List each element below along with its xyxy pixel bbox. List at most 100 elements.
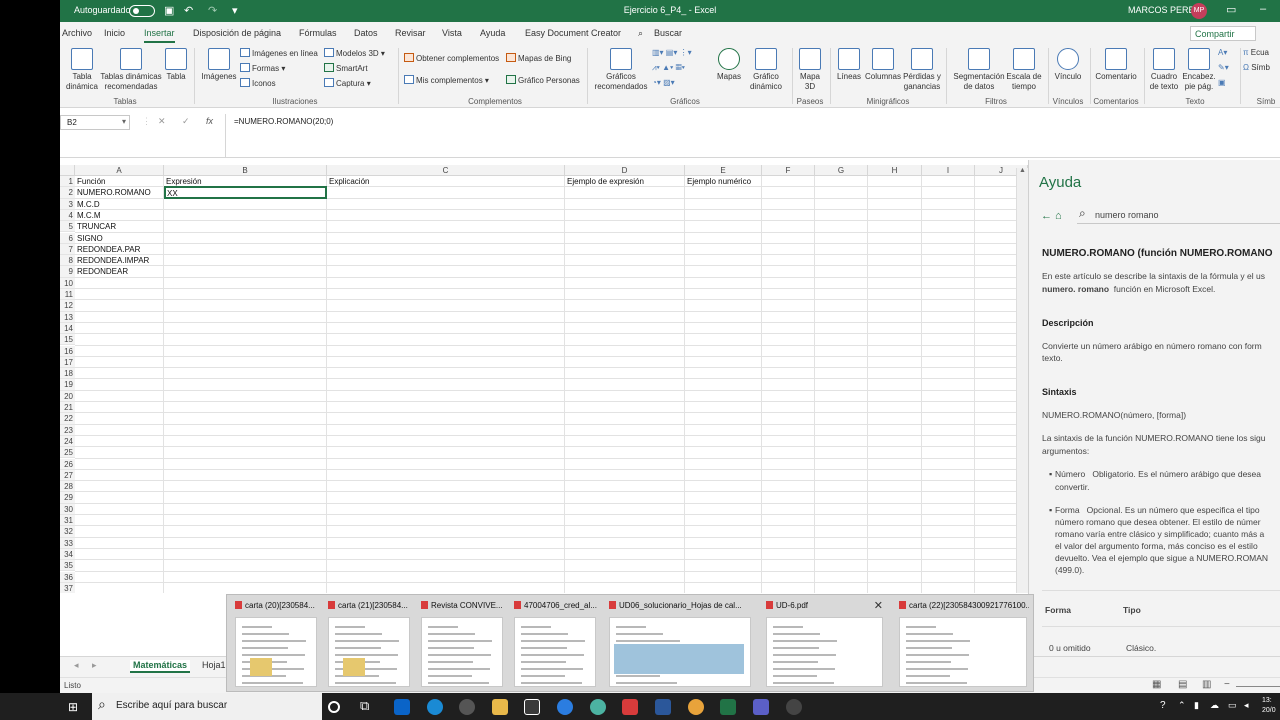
recommended-charts-button[interactable]: Gráficos recomendados bbox=[592, 48, 650, 92]
row-header[interactable]: 33 bbox=[60, 537, 75, 549]
link-button[interactable]: Vínculo bbox=[1052, 48, 1084, 82]
page-break-icon[interactable]: ▥ bbox=[1202, 679, 1211, 690]
bing-maps-button[interactable]: Mapas de Bing bbox=[506, 53, 571, 63]
column-header-a[interactable]: A bbox=[75, 165, 164, 176]
sheet-tab-hoja1[interactable]: Hoja1 bbox=[202, 660, 226, 670]
row-header[interactable]: 27 bbox=[60, 469, 75, 482]
3d-models-button[interactable]: Modelos 3D ▾ bbox=[324, 48, 385, 58]
next-sheet-icon[interactable]: ▸ bbox=[92, 660, 97, 671]
browser-icon[interactable] bbox=[590, 699, 606, 715]
cell-function[interactable]: M.C.M bbox=[77, 210, 101, 221]
tab-archivo[interactable]: Archivo bbox=[62, 28, 92, 38]
task-view-icon[interactable]: ⧉ bbox=[360, 698, 376, 714]
chart-type-buttons-3[interactable]: ◔▾ ▨▾ bbox=[652, 78, 675, 87]
maps-icon[interactable] bbox=[557, 699, 573, 715]
row-header[interactable]: 31 bbox=[60, 515, 75, 527]
tab-revisar[interactable]: Revisar bbox=[395, 28, 426, 38]
row-header[interactable]: 21 bbox=[60, 402, 75, 414]
tab-datos[interactable]: Datos bbox=[354, 28, 378, 38]
get-addins-button[interactable]: Obtener complementos bbox=[404, 53, 499, 63]
row-header[interactable]: 15 bbox=[60, 334, 75, 346]
share-button[interactable]: Compartir bbox=[1190, 26, 1256, 41]
3d-map-button[interactable]: Mapa 3D bbox=[796, 48, 824, 92]
tab-inicio[interactable]: Inicio bbox=[104, 28, 125, 38]
row-header[interactable]: 4 bbox=[60, 209, 75, 222]
excel-icon[interactable] bbox=[720, 699, 736, 715]
row-header[interactable]: 22 bbox=[60, 413, 75, 425]
microphone-icon[interactable]: ▮ bbox=[1194, 700, 1199, 711]
media-player-icon[interactable] bbox=[459, 699, 475, 715]
user-name[interactable]: MARCOS PEREZ bbox=[1128, 5, 1200, 15]
pivot-table-button[interactable]: Tabla dinámica bbox=[64, 48, 100, 92]
taskbar-thumbnail[interactable]: UD-6.pdf ✕ bbox=[762, 595, 887, 691]
name-box[interactable]: B2 bbox=[60, 115, 130, 130]
row-header[interactable]: 5 bbox=[60, 221, 75, 233]
row-header[interactable]: 26 bbox=[60, 458, 75, 470]
close-icon[interactable]: ✕ bbox=[874, 599, 883, 612]
pivot-chart-button[interactable]: Gráfico dinámico bbox=[746, 48, 786, 92]
row-header[interactable]: 12 bbox=[60, 300, 75, 312]
row-header[interactable]: 2 bbox=[60, 187, 75, 199]
sparkline-winloss-button[interactable]: Pérdidas y ganancias bbox=[902, 48, 942, 92]
column-header-e[interactable]: E bbox=[685, 165, 762, 176]
cell-function[interactable]: REDONDEAR bbox=[77, 266, 128, 277]
cell-function[interactable]: REDONDEA.PAR bbox=[77, 244, 140, 255]
row-header[interactable]: 25 bbox=[60, 447, 75, 459]
row-header[interactable]: 35 bbox=[60, 560, 75, 572]
row-header[interactable]: 28 bbox=[60, 481, 75, 493]
timeline-button[interactable]: Escala de tiempo bbox=[1006, 48, 1042, 92]
maps-button[interactable]: Mapas bbox=[712, 48, 746, 82]
zoom-slider[interactable] bbox=[1236, 686, 1280, 687]
help-tray-icon[interactable]: ? bbox=[1160, 700, 1166, 711]
insert-function-icon[interactable]: fx bbox=[206, 116, 213, 126]
row-header[interactable]: 11 bbox=[60, 289, 75, 301]
zoom-out-icon[interactable]: − bbox=[1224, 679, 1230, 690]
row-header[interactable]: 17 bbox=[60, 356, 75, 369]
row-header[interactable]: 9 bbox=[60, 266, 75, 278]
row-header[interactable]: 13 bbox=[60, 311, 75, 323]
taskbar-thumbnail[interactable]: carta (20)[230584... bbox=[231, 595, 321, 691]
cortana-icon[interactable] bbox=[328, 701, 340, 713]
tab-easy-document-creator[interactable]: Easy Document Creator bbox=[525, 28, 621, 38]
column-header-i[interactable]: I bbox=[922, 165, 975, 176]
select-all-corner[interactable] bbox=[60, 165, 75, 176]
row-header[interactable]: 14 bbox=[60, 322, 75, 335]
taskbar-thumbnail[interactable]: carta (21)[230584... bbox=[324, 595, 414, 691]
clock[interactable]: 13: 20/0 bbox=[1262, 696, 1276, 716]
onedrive-icon[interactable]: ☁ bbox=[1210, 700, 1219, 711]
row-header[interactable]: 16 bbox=[60, 345, 75, 357]
cell-header-c[interactable]: Explicación bbox=[329, 176, 369, 187]
row-header[interactable]: 8 bbox=[60, 255, 75, 267]
vertical-scrollbar[interactable]: ▲ bbox=[1016, 167, 1028, 593]
taskbar-thumbnail[interactable]: Revista CONVIVE... bbox=[417, 595, 507, 691]
normal-view-icon[interactable]: ▦ bbox=[1152, 679, 1161, 690]
prev-sheet-icon[interactable]: ◂ bbox=[74, 660, 79, 671]
images-button[interactable]: Imágenes bbox=[200, 48, 238, 82]
equation-button[interactable]: π Ecua bbox=[1243, 48, 1269, 57]
row-header[interactable]: 7 bbox=[60, 243, 75, 256]
page-layout-icon[interactable]: ▤ bbox=[1178, 679, 1187, 690]
tray-chevron-icon[interactable]: ⌃ bbox=[1178, 700, 1186, 711]
row-header[interactable]: 20 bbox=[60, 390, 75, 402]
cell-function[interactable]: TRUNCAR bbox=[77, 221, 116, 232]
help-home-icon[interactable]: ⌂ bbox=[1055, 210, 1062, 222]
comment-button[interactable]: Comentario bbox=[1092, 48, 1140, 82]
column-header-h[interactable]: H bbox=[868, 165, 922, 176]
taskbar-thumbnail[interactable]: UD06_solucionario_Hojas de cal... bbox=[605, 595, 755, 691]
enter-icon[interactable]: ✓ bbox=[182, 116, 190, 127]
ribbon-display-icon[interactable]: ▭ bbox=[1226, 3, 1236, 16]
cell-function[interactable]: NUMERO.ROMANO bbox=[77, 187, 151, 198]
cell-function[interactable]: SIGNO bbox=[77, 233, 103, 244]
file-explorer-icon[interactable] bbox=[492, 699, 508, 715]
cell-header-a[interactable]: Función bbox=[77, 176, 105, 187]
cancel-icon[interactable]: ✕ bbox=[158, 116, 166, 127]
volume-icon[interactable]: ◂ bbox=[1244, 700, 1249, 711]
symbol-button[interactable]: Ω Símb bbox=[1243, 63, 1270, 72]
worksheet-grid[interactable]: A B C D E F G H I J 1 2 3 4 5 6 7 8 9 10 11 12 13 14 15 16 17 18 19 2… bbox=[60, 165, 1028, 593]
help-back-icon[interactable]: ← bbox=[1041, 210, 1052, 222]
avatar[interactable]: MP bbox=[1191, 3, 1207, 19]
row-header[interactable]: 18 bbox=[60, 368, 75, 380]
edge-icon[interactable] bbox=[427, 699, 443, 715]
row-header[interactable]: 10 bbox=[60, 277, 75, 289]
sheet-tab-matematicas[interactable]: Matemáticas bbox=[130, 660, 191, 673]
